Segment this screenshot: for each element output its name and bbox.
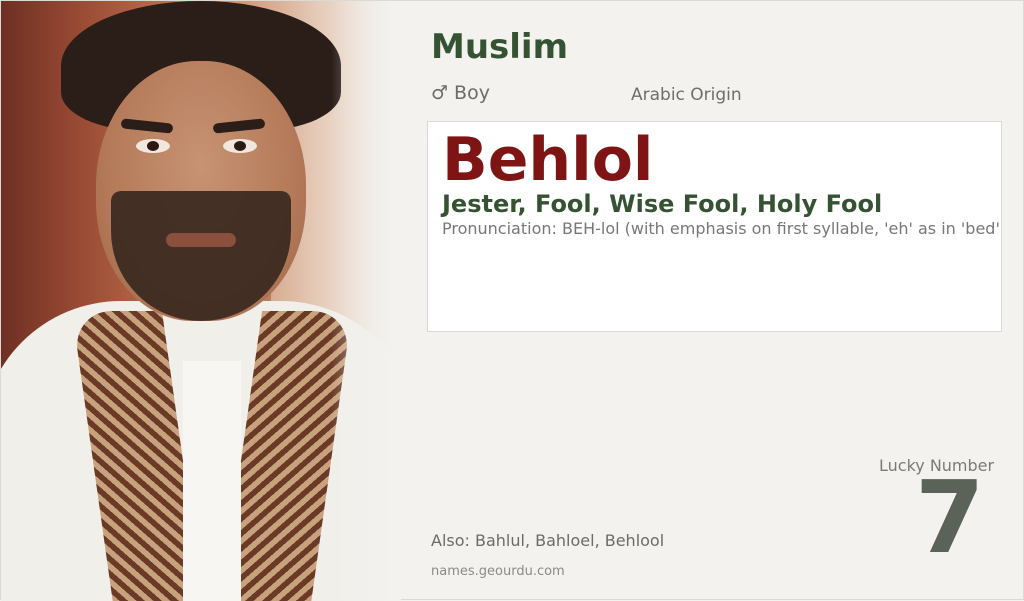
lucky-number-value: 7 xyxy=(915,459,985,576)
shirt-placket xyxy=(183,361,241,601)
gender-text: Boy xyxy=(454,82,490,104)
portrait-fade xyxy=(331,1,401,601)
eye-left xyxy=(136,139,170,153)
name-card: Behlol Jester, Fool, Wise Fool, Holy Foo… xyxy=(427,121,1002,332)
portrait-image xyxy=(1,1,401,601)
gender-label: ♂ Boy xyxy=(431,82,490,104)
male-symbol-icon: ♂ xyxy=(431,82,449,104)
eye-right xyxy=(223,139,257,153)
religion-title: Muslim xyxy=(431,27,569,67)
pronunciation-text: Pronunciation: BEH-lol (with emphasis on… xyxy=(442,219,1002,238)
name-meaning: Jester, Fool, Wise Fool, Holy Fool xyxy=(442,190,883,218)
site-watermark: names.geourdu.com xyxy=(431,564,565,579)
name-heading: Behlol xyxy=(442,125,654,195)
origin-label: Arabic Origin xyxy=(631,85,742,105)
page-frame: Muslim ♂ Boy Arabic Origin Behlol Jester,… xyxy=(0,0,1024,601)
mouth xyxy=(166,233,236,247)
alternate-spellings: Also: Bahlul, Bahloel, Behlool xyxy=(431,531,665,550)
